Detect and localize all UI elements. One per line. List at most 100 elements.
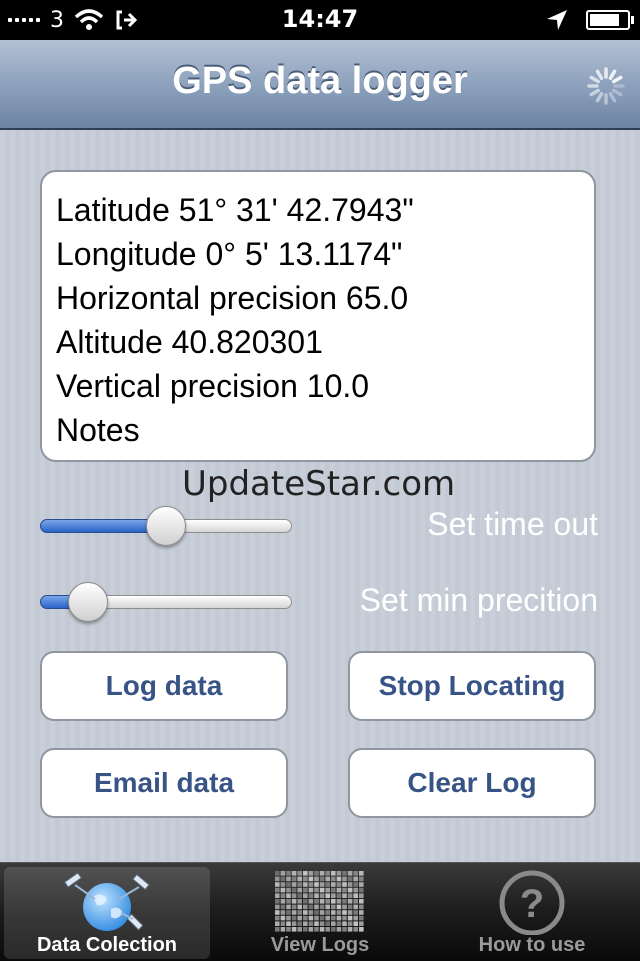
log-icon-cell <box>347 876 353 882</box>
watermark: UpdateStar.com <box>182 464 456 504</box>
log-icon-cell <box>336 899 342 904</box>
log-icon-cell <box>286 887 291 893</box>
log-icon-cell <box>347 871 353 876</box>
log-icon-cell <box>308 871 314 876</box>
clear-log-button[interactable]: Clear Log <box>348 748 596 818</box>
log-icon-cell <box>291 904 297 910</box>
log-icon-cell <box>314 910 319 915</box>
log-icon-cell <box>319 899 325 904</box>
log-icon-cell <box>325 882 330 887</box>
log-icon-cell <box>342 882 347 887</box>
log-icon-cell <box>359 904 364 910</box>
tab-label: Data Colection <box>36 934 178 956</box>
log-icon-cell <box>331 899 336 904</box>
slider-thumb[interactable] <box>67 582 108 622</box>
tab-view-logs[interactable]: View Logs <box>217 867 423 959</box>
log-icon-cell <box>297 927 302 932</box>
log-icon-cell <box>331 904 336 910</box>
log-icon-cell <box>275 921 280 926</box>
tab-bar: Data Colection View Logs ? How to use <box>0 862 640 961</box>
log-icon-cell <box>297 921 302 926</box>
log-icon-cell <box>303 871 308 876</box>
activity-spinner-icon <box>587 67 625 105</box>
log-icon-cell <box>280 927 286 932</box>
log-icon-cell <box>359 893 364 898</box>
log-icon-cell <box>275 893 280 898</box>
log-icon-cell <box>353 876 358 882</box>
log-icon-cell <box>275 887 280 893</box>
log-icon-cell <box>280 887 286 893</box>
log-icon-cell <box>308 887 314 893</box>
log-icon-cell <box>314 915 319 921</box>
log-icon-cell <box>336 927 342 932</box>
log-icon-cell <box>325 915 330 921</box>
log-icon-cell <box>342 899 347 904</box>
log-icon-cell <box>297 893 302 898</box>
log-icon-cell <box>347 893 353 898</box>
log-icon-cell <box>353 882 358 887</box>
log-icon-cell <box>280 882 286 887</box>
log-icon-cell <box>347 882 353 887</box>
log-icon-cell <box>342 876 347 882</box>
slider-thumb[interactable] <box>146 506 186 546</box>
log-icon-cell <box>303 876 308 882</box>
log-icon-cell <box>297 887 302 893</box>
log-icon-cell <box>291 915 297 921</box>
log-icon-cell <box>359 899 364 904</box>
log-icon-cell <box>325 921 330 926</box>
log-icon-cell <box>297 876 302 882</box>
log-icon-cell <box>336 876 342 882</box>
log-icon-cell <box>308 915 314 921</box>
log-icon-cell <box>325 899 330 904</box>
stop-locating-button[interactable]: Stop Locating <box>348 651 596 721</box>
log-icon-cell <box>297 882 302 887</box>
log-icon-cell <box>291 893 297 898</box>
log-icon-cell <box>280 915 286 921</box>
log-icon-cell <box>325 904 330 910</box>
log-icon-cell <box>303 910 308 915</box>
log-icon-cell <box>336 887 342 893</box>
log-icon-cell <box>291 899 297 904</box>
log-icon-cell <box>280 910 286 915</box>
log-icon-cell <box>353 921 358 926</box>
log-icon-cell <box>319 904 325 910</box>
log-icon-cell <box>286 882 291 887</box>
tab-how-to-use[interactable]: ? How to use <box>429 867 635 959</box>
horizontal-precision-line: Horizontal precision 65.0 <box>56 280 409 316</box>
email-data-button[interactable]: Email data <box>40 748 288 818</box>
log-icon-cell <box>275 927 280 932</box>
log-icon-cell <box>280 921 286 926</box>
page-title: GPS data logger <box>172 60 468 102</box>
log-data-button[interactable]: Log data <box>40 651 288 721</box>
timeout-slider[interactable] <box>40 506 292 546</box>
log-icon-cell <box>291 921 297 926</box>
log-icon-cell <box>319 876 325 882</box>
status-right <box>546 6 634 34</box>
log-icon-cell <box>308 910 314 915</box>
log-icon-cell <box>319 921 325 926</box>
log-icon-cell <box>314 899 319 904</box>
log-icon-cell <box>342 871 347 876</box>
gps-info-textview[interactable]: Latitude 51° 31' 42.7943" Longitude 0° 5… <box>40 170 596 462</box>
tab-data-collection[interactable]: Data Colection <box>4 867 210 959</box>
log-icon-cell <box>347 887 353 893</box>
nav-bar: GPS data logger <box>0 40 640 130</box>
log-icon-cell <box>297 915 302 921</box>
log-icon-cell <box>303 921 308 926</box>
min-precision-slider[interactable] <box>40 582 292 622</box>
log-icon-cell <box>308 921 314 926</box>
log-icon-cell <box>303 882 308 887</box>
log-icon-cell <box>297 904 302 910</box>
log-icon-cell <box>347 927 353 932</box>
log-icon-cell <box>303 887 308 893</box>
longitude-line: Longitude 0° 5' 13.1174" <box>56 236 403 272</box>
log-icon-cell <box>347 904 353 910</box>
log-icon-cell <box>359 882 364 887</box>
log-icon-cell <box>319 871 325 876</box>
log-icon-cell <box>314 882 319 887</box>
latitude-line: Latitude 51° 31' 42.7943" <box>56 192 414 228</box>
log-icon-cell <box>303 899 308 904</box>
battery-icon <box>586 10 634 30</box>
spinner-spoke <box>608 69 617 80</box>
log-icon-cell <box>331 882 336 887</box>
